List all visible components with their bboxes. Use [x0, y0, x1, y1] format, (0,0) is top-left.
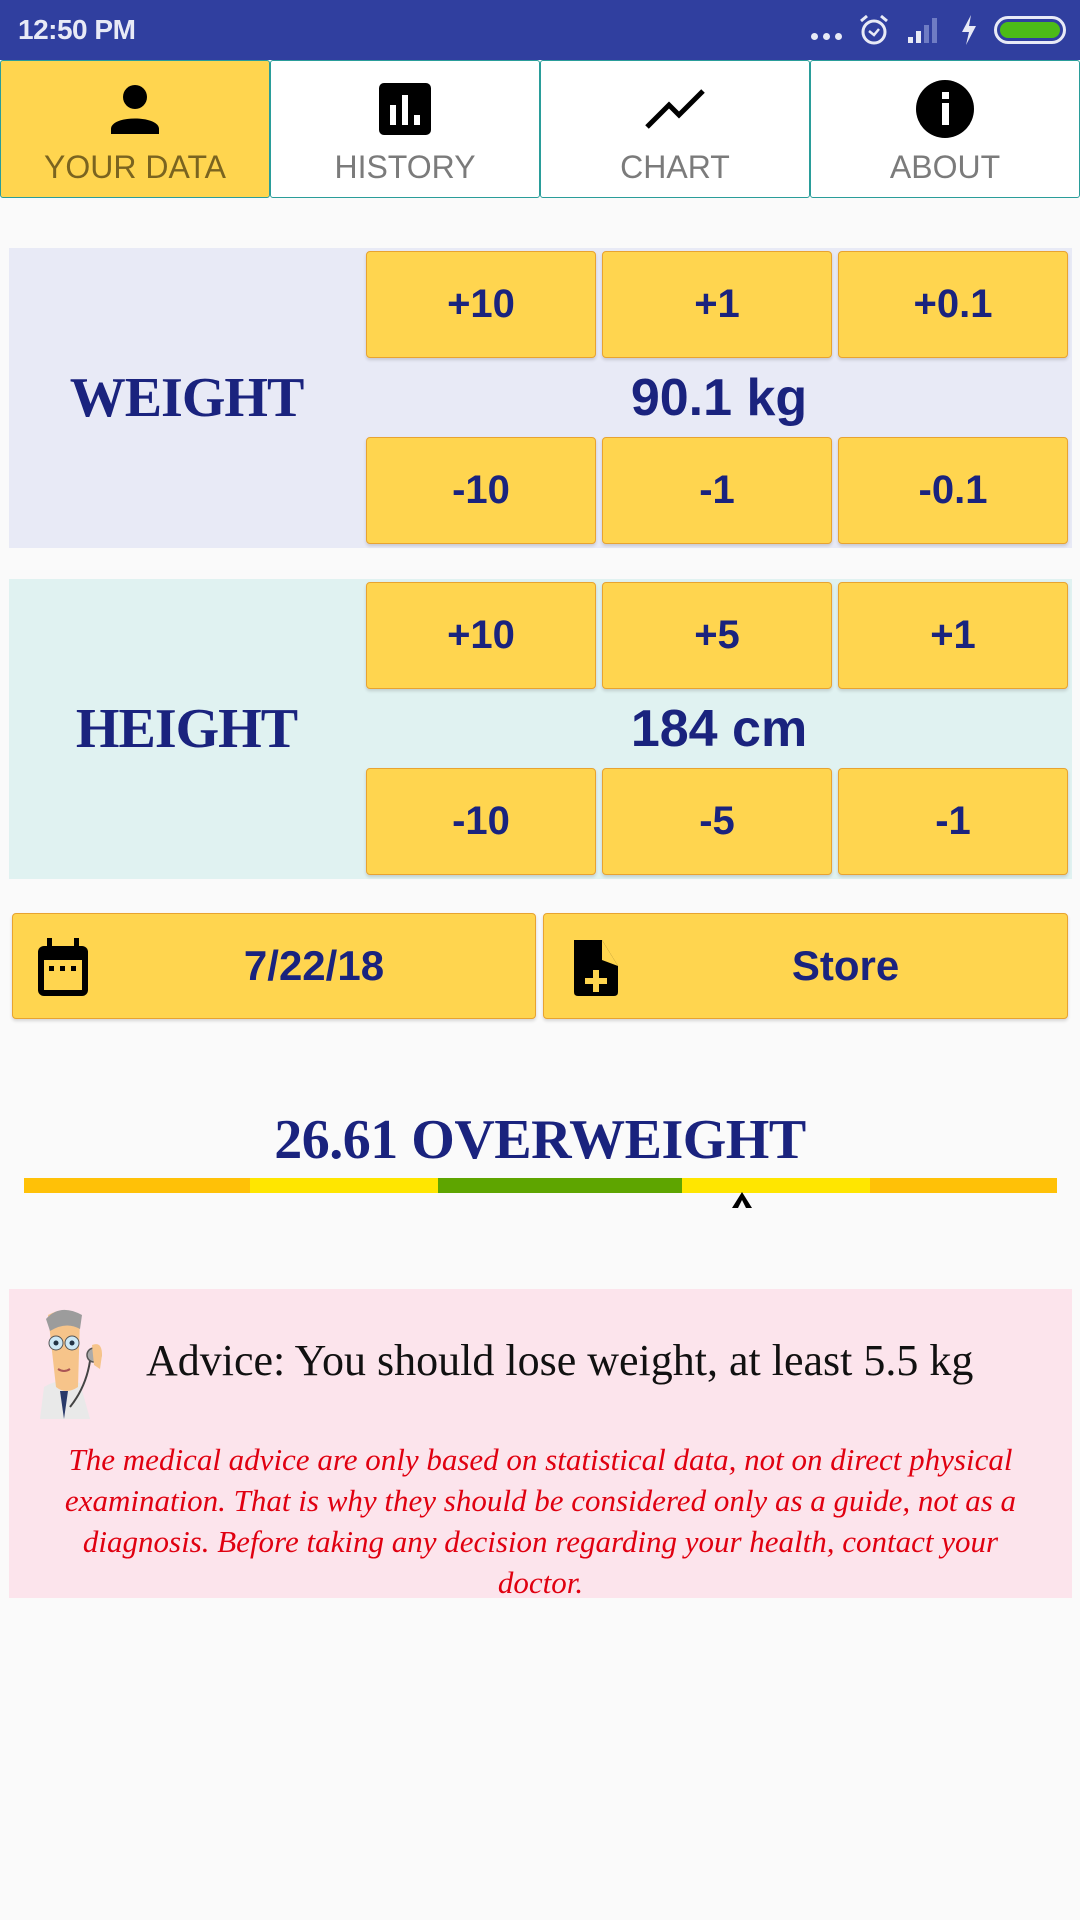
tab-label: YOUR DATA: [44, 149, 226, 185]
tab-label: ABOUT: [889, 149, 1001, 185]
height-plus-1-button[interactable]: +1: [838, 582, 1068, 689]
date-button[interactable]: 7/22/18: [12, 913, 536, 1019]
height-label: HEIGHT: [75, 698, 298, 760]
store-label: Store: [791, 942, 900, 989]
weight-value: 90.1 kg: [630, 369, 808, 427]
advice-panel: Advice: You should lose weight, at least…: [9, 1289, 1072, 1600]
tab-history[interactable]: HISTORY: [270, 60, 540, 198]
bmi-scale-segment-3: [682, 1178, 870, 1193]
bar-chart-icon: [379, 83, 431, 135]
bmi-scale-segment-1: [250, 1178, 439, 1193]
height-plus-5-button[interactable]: +5: [602, 582, 832, 689]
tab-about[interactable]: ABOUT: [810, 60, 1080, 198]
doctor-avatar-icon: [40, 1309, 102, 1419]
tab-your-data[interactable]: YOUR DATA: [0, 60, 270, 198]
store-button[interactable]: Store: [543, 913, 1068, 1019]
signal-icon: [908, 18, 937, 43]
status-bar: 12:50 PM: [0, 0, 1080, 60]
calendar-icon: [38, 938, 88, 996]
advice-text: Advice: You should lose weight, at least…: [146, 1336, 974, 1385]
add-file-icon: [574, 940, 618, 996]
charging-icon: [962, 15, 976, 45]
height-minus-10-button[interactable]: -10: [366, 768, 596, 875]
person-icon: [111, 85, 159, 134]
date-label: 7/22/18: [243, 942, 385, 989]
weight-minus-10-button[interactable]: -10: [366, 437, 596, 544]
height-panel: HEIGHT +10 +5 +1 184 cm -10 -5 -1: [9, 579, 1072, 879]
bmi-scale-segment-2: [438, 1178, 682, 1193]
height-plus-10-button[interactable]: +10: [366, 582, 596, 689]
tab-label: CHART: [620, 149, 730, 185]
weight-minus-0-1-button[interactable]: -0.1: [838, 437, 1068, 544]
height-minus-1-button[interactable]: -1: [838, 768, 1068, 875]
bmi-scale-segment-0: [24, 1178, 251, 1193]
bmi-marker-icon: [731, 1192, 752, 1208]
bmi-scale-bar: [24, 1178, 1057, 1193]
battery-icon: [994, 16, 1066, 44]
medical-disclaimer: The medical advice are only based on sta…: [64, 1442, 1017, 1600]
weight-label: WEIGHT: [69, 367, 305, 429]
bmi-result: 26.61 OVERWEIGHT: [274, 1109, 806, 1171]
height-minus-5-button[interactable]: -5: [602, 768, 832, 875]
info-icon: [916, 80, 974, 138]
tab-label: HISTORY: [334, 149, 476, 185]
line-chart-icon: [645, 89, 705, 129]
alarm-icon: [860, 14, 888, 45]
status-icons: [811, 12, 1066, 48]
tab-bar: YOUR DATA HISTORY CHART ABOUT: [0, 60, 1080, 198]
weight-plus-1-button[interactable]: +1: [602, 251, 832, 358]
status-time: 12:50 PM: [18, 14, 136, 45]
more-dots-icon: [811, 20, 842, 40]
weight-plus-10-button[interactable]: +10: [366, 251, 596, 358]
height-value: 184 cm: [630, 700, 808, 758]
weight-plus-0-1-button[interactable]: +0.1: [838, 251, 1068, 358]
weight-panel: WEIGHT +10 +1 +0.1 90.1 kg -10 -1 -0.1: [9, 248, 1072, 548]
weight-minus-1-button[interactable]: -1: [602, 437, 832, 544]
tab-chart[interactable]: CHART: [540, 60, 810, 198]
bmi-scale-segment-4: [870, 1178, 1057, 1193]
